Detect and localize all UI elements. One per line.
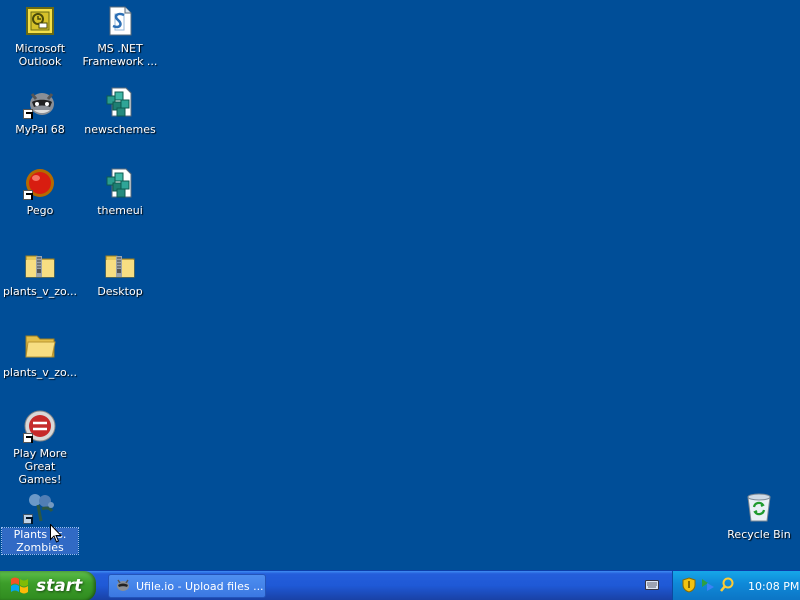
outlook-icon <box>24 5 56 37</box>
desktop-icon-label: Plants vs. Zombies <box>1 527 79 555</box>
windows-logo-icon <box>10 576 30 597</box>
security-shield-icon[interactable] <box>681 576 697 596</box>
desktop-icon-recycle-bin[interactable]: Recycle Bin <box>719 489 799 563</box>
start-label: start <box>36 576 83 596</box>
desktop-icon-plants-zip[interactable]: plants_v_zo... <box>0 246 80 320</box>
desktop[interactable]: Microsoft Outlook MS .NET Framework ... <box>0 0 800 570</box>
shortcut-arrow-icon <box>23 433 33 443</box>
desktop-icon-label: Recycle Bin <box>727 528 791 541</box>
desktop-icon-plants-vs-zombies[interactable]: Plants vs. Zombies <box>0 489 80 563</box>
desktop-icon-label: plants_v_zo... <box>2 285 78 298</box>
desktop-icon-pego[interactable]: Pego <box>0 165 80 239</box>
shortcut-arrow-icon <box>23 109 33 119</box>
browser-raccoon-icon <box>115 577 131 596</box>
desktop-icon-play-more-games[interactable]: Play More Great Games! <box>0 408 80 486</box>
desktop-icon-label: themeui <box>97 204 143 217</box>
dotnet-framework-icon <box>104 5 136 37</box>
pego-red-ball-icon <box>23 167 56 200</box>
desktop-icon-label: plants_v_zo... <box>2 366 78 379</box>
desktop-icon-dotnet-framework[interactable]: MS .NET Framework ... <box>80 3 160 77</box>
zip-folder-icon <box>104 248 136 280</box>
desktop-icon-desktop-zip[interactable]: Desktop <box>80 246 160 320</box>
desktop-icon-label: Microsoft Outlook <box>14 42 66 68</box>
taskbar-item-label: Ufile.io - Upload files ... <box>136 579 264 593</box>
desktop-icon-label: MyPal 68 <box>15 123 65 136</box>
search-magnifier-icon[interactable] <box>719 577 735 596</box>
desktop-icon-label: MS .NET Framework ... <box>82 42 158 68</box>
desktop-icon-microsoft-outlook[interactable]: Microsoft Outlook <box>0 3 80 77</box>
desktop-icon-label: Play More Great Games! <box>13 447 67 486</box>
shortcut-arrow-icon <box>23 514 33 524</box>
keyboard-language-icon[interactable] <box>645 579 659 594</box>
clock[interactable]: 10:08 PM <box>748 580 799 593</box>
zip-folder-icon <box>24 248 56 280</box>
desktop-icon-plants-folder[interactable]: plants_v_zo... <box>0 327 80 401</box>
shortcut-arrow-icon <box>23 190 33 200</box>
plants-vs-zombies-icon <box>23 491 56 524</box>
network-status-icon[interactable] <box>700 577 716 596</box>
desktop-icon-label: Desktop <box>97 285 143 298</box>
popcap-icon <box>23 410 56 443</box>
desktop-icon-newschemes[interactable]: newschemes <box>80 84 160 158</box>
registry-file-icon <box>104 86 136 118</box>
recycle-bin-icon <box>743 491 775 523</box>
mypal-raccoon-icon <box>23 86 56 119</box>
taskbar: start Ufile.io - Upload files ... 10:08 … <box>0 570 800 600</box>
folder-icon <box>24 329 56 361</box>
desktop-icon-label: Pego <box>26 204 54 217</box>
desktop-icon-themeui[interactable]: themeui <box>80 165 160 239</box>
desktop-icon-mypal[interactable]: MyPal 68 <box>0 84 80 158</box>
mouse-cursor-icon <box>50 524 62 543</box>
registry-file-icon <box>104 167 136 199</box>
taskbar-item-ufile[interactable]: Ufile.io - Upload files ... <box>108 574 266 598</box>
start-button[interactable]: start <box>0 571 96 600</box>
desktop-icon-label: newschemes <box>84 123 156 136</box>
system-tray: 10:08 PM <box>672 571 800 600</box>
